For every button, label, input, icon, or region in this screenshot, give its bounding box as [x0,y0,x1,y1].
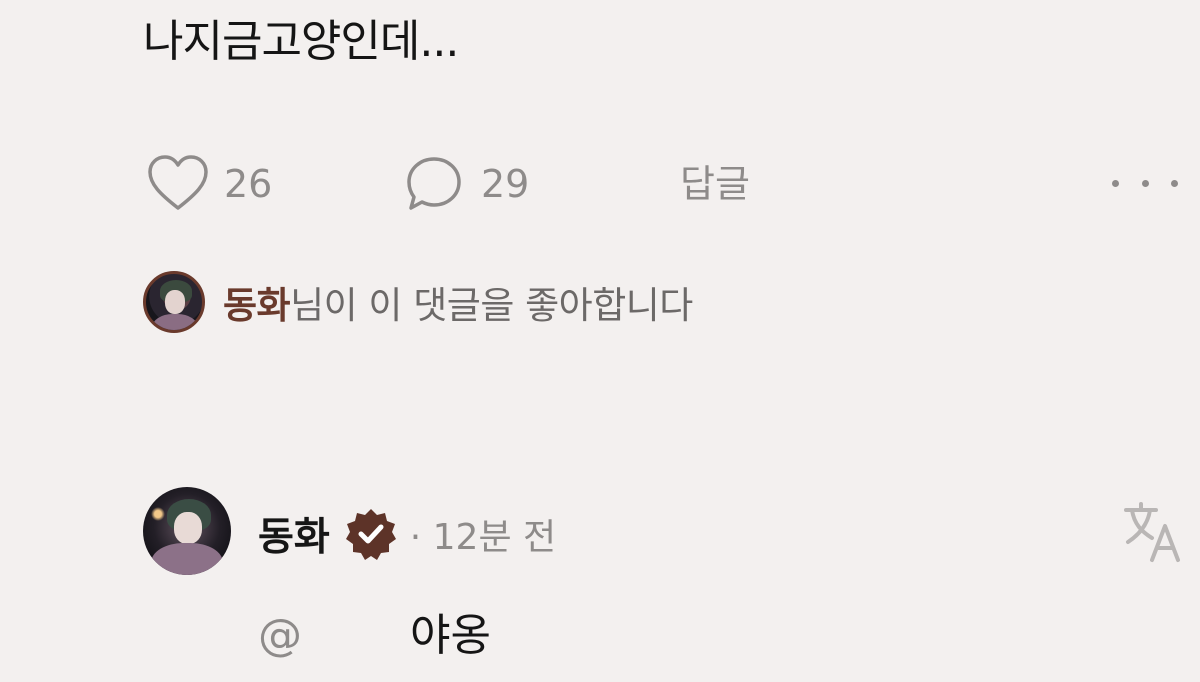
liked-by-row: 동화님이 이 댓글을 좋아합니다 [143,268,693,336]
verified-badge-icon [345,509,396,560]
like-button[interactable]: 26 [146,152,272,216]
heart-icon [148,155,208,210]
reply-button[interactable]: 답글 [680,152,750,216]
like-count: 26 [224,162,273,206]
comment-count-button[interactable]: 29 [405,152,529,216]
reply-header: 동화 · 12분 전 [258,504,556,564]
avatar[interactable] [143,271,205,333]
speech-bubble-icon [407,157,461,210]
reply-avatar[interactable] [143,487,231,575]
mention-link[interactable]: @ [258,604,302,668]
translate-icon[interactable] [1122,500,1182,564]
comment-count: 29 [481,162,530,206]
reply-content: @ 야옹 [258,604,491,668]
liked-by-text: 동화님이 이 댓글을 좋아합니다 [223,275,693,329]
reply-time: · 12분 전 [409,517,557,558]
more-dots-icon[interactable] [1112,168,1178,198]
liked-by-suffix: 님이 이 댓글을 좋아합니다 [290,284,693,327]
reply-author-name[interactable]: 동화 [258,506,330,562]
comment-text: 나지금고양인데... [143,16,459,67]
liked-by-name[interactable]: 동화 [223,284,291,327]
reply-text: 야옹 [410,610,491,661]
